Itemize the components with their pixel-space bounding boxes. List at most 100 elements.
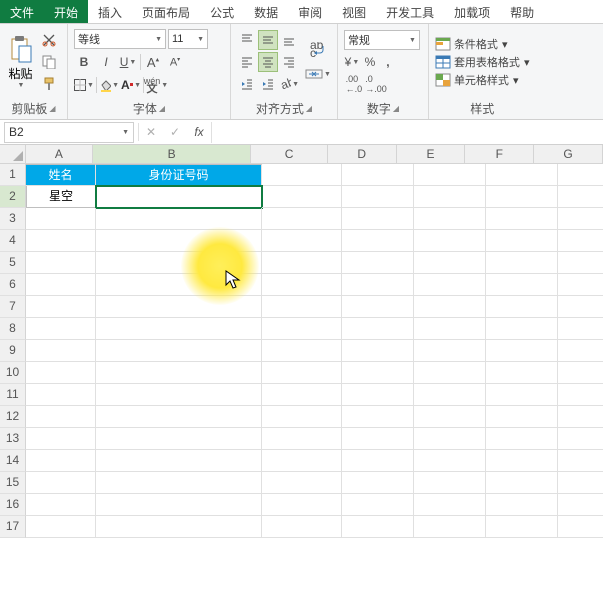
cell-B11[interactable] bbox=[96, 384, 262, 406]
cell-D4[interactable] bbox=[342, 230, 414, 252]
cell-F16[interactable] bbox=[486, 494, 558, 516]
cell-B12[interactable] bbox=[96, 406, 262, 428]
align-left-button[interactable] bbox=[237, 52, 257, 72]
column-header-C[interactable]: C bbox=[251, 145, 327, 164]
bold-button[interactable]: B bbox=[74, 52, 94, 72]
cell-E10[interactable] bbox=[414, 362, 486, 384]
cell-E8[interactable] bbox=[414, 318, 486, 340]
cell-B8[interactable] bbox=[96, 318, 262, 340]
cell-F14[interactable] bbox=[486, 450, 558, 472]
cell-E6[interactable] bbox=[414, 274, 486, 296]
row-header-6[interactable]: 6 bbox=[0, 274, 26, 296]
cell-C15[interactable] bbox=[262, 472, 342, 494]
align-center-button[interactable] bbox=[258, 52, 278, 72]
cell-D14[interactable] bbox=[342, 450, 414, 472]
cell-C11[interactable] bbox=[262, 384, 342, 406]
cell-C16[interactable] bbox=[262, 494, 342, 516]
cell-G6[interactable] bbox=[558, 274, 603, 296]
select-all-corner[interactable] bbox=[0, 145, 26, 164]
cell-D17[interactable] bbox=[342, 516, 414, 538]
cell-F15[interactable] bbox=[486, 472, 558, 494]
cell-E17[interactable] bbox=[414, 516, 486, 538]
percent-button[interactable]: % bbox=[362, 52, 378, 72]
cell-C13[interactable] bbox=[262, 428, 342, 450]
tab-file[interactable]: 文件 bbox=[0, 0, 44, 23]
cell-D6[interactable] bbox=[342, 274, 414, 296]
orientation-button[interactable]: ab▼ bbox=[279, 74, 299, 94]
cell-D11[interactable] bbox=[342, 384, 414, 406]
tab-formula[interactable]: 公式 bbox=[200, 0, 244, 23]
cell-A2[interactable]: 星空 bbox=[26, 186, 96, 208]
cell-E15[interactable] bbox=[414, 472, 486, 494]
row-header-9[interactable]: 9 bbox=[0, 340, 26, 362]
font-name-combo[interactable]: 等线▼ bbox=[74, 29, 166, 49]
cell-D3[interactable] bbox=[342, 208, 414, 230]
increase-indent-button[interactable] bbox=[258, 74, 278, 94]
row-header-10[interactable]: 10 bbox=[0, 362, 26, 384]
accounting-format-button[interactable]: ¥▼ bbox=[344, 52, 360, 72]
row-header-4[interactable]: 4 bbox=[0, 230, 26, 252]
fill-color-button[interactable]: ▼ bbox=[99, 75, 119, 95]
cell-A10[interactable] bbox=[26, 362, 96, 384]
decrease-decimal-button[interactable]: .0→.00 bbox=[366, 74, 386, 94]
cell-F3[interactable] bbox=[486, 208, 558, 230]
shrink-font-button[interactable]: A▾ bbox=[165, 52, 185, 72]
cell-D8[interactable] bbox=[342, 318, 414, 340]
underline-button[interactable]: U▼ bbox=[118, 52, 138, 72]
cell-F13[interactable] bbox=[486, 428, 558, 450]
cell-F12[interactable] bbox=[486, 406, 558, 428]
row-header-8[interactable]: 8 bbox=[0, 318, 26, 340]
cell-D2[interactable] bbox=[342, 186, 414, 208]
row-header-15[interactable]: 15 bbox=[0, 472, 26, 494]
cell-C6[interactable] bbox=[262, 274, 342, 296]
format-painter-button[interactable] bbox=[38, 74, 60, 94]
enter-formula-button[interactable]: ✓ bbox=[163, 122, 187, 143]
cell-G7[interactable] bbox=[558, 296, 603, 318]
cell-A8[interactable] bbox=[26, 318, 96, 340]
format-as-table-button[interactable]: 套用表格格式▾ bbox=[435, 54, 530, 70]
italic-button[interactable]: I bbox=[96, 52, 116, 72]
cell-D9[interactable] bbox=[342, 340, 414, 362]
cell-G10[interactable] bbox=[558, 362, 603, 384]
align-top-button[interactable] bbox=[237, 30, 257, 50]
cell-C12[interactable] bbox=[262, 406, 342, 428]
cell-B4[interactable] bbox=[96, 230, 262, 252]
grow-font-button[interactable]: A▴ bbox=[143, 52, 163, 72]
cell-A15[interactable] bbox=[26, 472, 96, 494]
column-header-A[interactable]: A bbox=[26, 145, 93, 164]
align-bottom-button[interactable] bbox=[279, 30, 299, 50]
cell-E14[interactable] bbox=[414, 450, 486, 472]
cell-B1[interactable]: 身份证号码 bbox=[96, 164, 262, 186]
cell-E3[interactable] bbox=[414, 208, 486, 230]
font-size-combo[interactable]: 11▼ bbox=[168, 29, 208, 49]
cell-C8[interactable] bbox=[262, 318, 342, 340]
cell-B2[interactable] bbox=[96, 186, 262, 208]
copy-button[interactable] bbox=[38, 52, 60, 72]
cell-A7[interactable] bbox=[26, 296, 96, 318]
wrap-text-button[interactable]: abc bbox=[305, 40, 331, 60]
cell-A17[interactable] bbox=[26, 516, 96, 538]
cell-G5[interactable] bbox=[558, 252, 603, 274]
number-format-combo[interactable]: 常规▼ bbox=[344, 30, 420, 50]
row-header-13[interactable]: 13 bbox=[0, 428, 26, 450]
formula-bar[interactable] bbox=[211, 122, 603, 143]
row-header-11[interactable]: 11 bbox=[0, 384, 26, 406]
cell-G13[interactable] bbox=[558, 428, 603, 450]
cell-D1[interactable] bbox=[342, 164, 414, 186]
alignment-dialog-launcher[interactable]: ◢ bbox=[306, 104, 312, 113]
cell-D13[interactable] bbox=[342, 428, 414, 450]
row-header-17[interactable]: 17 bbox=[0, 516, 26, 538]
conditional-format-button[interactable]: 条件格式▾ bbox=[435, 36, 530, 52]
increase-decimal-button[interactable]: .00←.0 bbox=[344, 74, 364, 94]
cell-B9[interactable] bbox=[96, 340, 262, 362]
cell-A16[interactable] bbox=[26, 494, 96, 516]
cell-B3[interactable] bbox=[96, 208, 262, 230]
cell-D12[interactable] bbox=[342, 406, 414, 428]
cell-C9[interactable] bbox=[262, 340, 342, 362]
cell-C2[interactable] bbox=[262, 186, 342, 208]
cell-C7[interactable] bbox=[262, 296, 342, 318]
cell-A4[interactable] bbox=[26, 230, 96, 252]
tab-review[interactable]: 审阅 bbox=[288, 0, 332, 23]
cell-F8[interactable] bbox=[486, 318, 558, 340]
cell-E11[interactable] bbox=[414, 384, 486, 406]
